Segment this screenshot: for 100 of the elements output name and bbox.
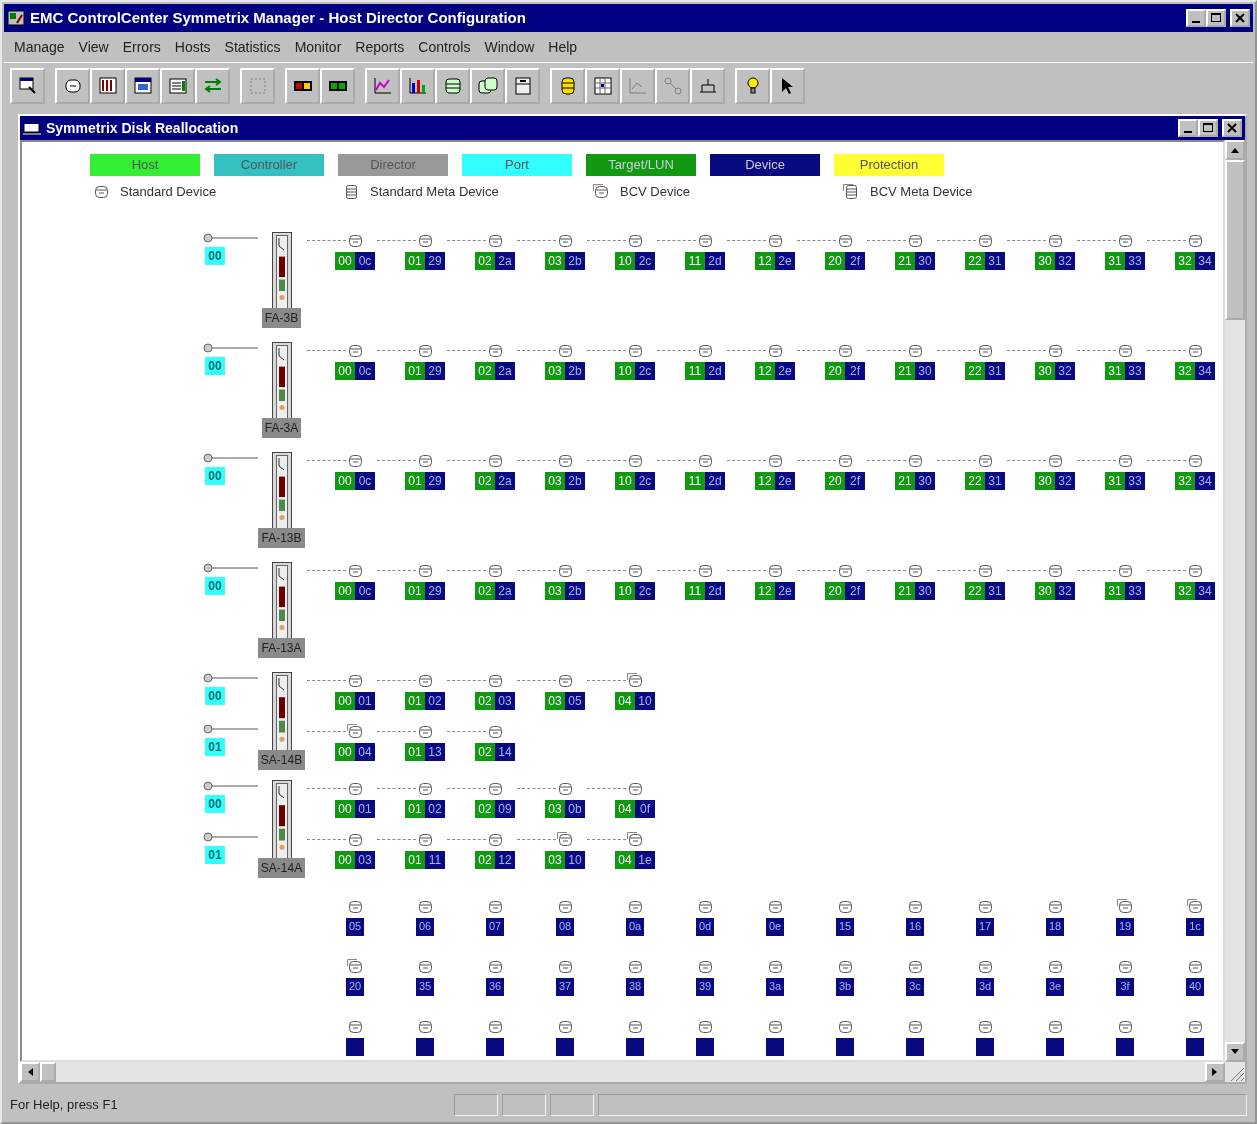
target-label[interactable]: 22 (965, 251, 985, 270)
target-label[interactable]: 01 (405, 361, 425, 380)
device-label[interactable]: 12 (495, 850, 515, 869)
device-label[interactable]: 10 (565, 850, 585, 869)
device-label[interactable]: 2c (635, 361, 655, 380)
device-label[interactable]: 38 (626, 977, 644, 996)
device-label[interactable]: 2b (565, 581, 585, 600)
target-label[interactable]: 21 (895, 471, 915, 490)
device-label[interactable]: 40 (1186, 977, 1204, 996)
menu-item[interactable]: View (72, 34, 115, 60)
maximize-button[interactable] (1206, 9, 1226, 27)
device-label[interactable]: 36 (486, 977, 504, 996)
target-label[interactable]: 03 (545, 850, 565, 869)
toolbar-button[interactable] (550, 67, 585, 104)
menu-item[interactable]: Statistics (218, 34, 287, 60)
device-label[interactable]: 01 (355, 799, 375, 818)
device-label[interactable]: 0a (626, 917, 644, 936)
target-label[interactable]: 21 (895, 581, 915, 600)
target-label[interactable]: 32 (1175, 581, 1195, 600)
target-label[interactable]: 04 (615, 691, 635, 710)
device-label[interactable]: 0c (355, 471, 375, 490)
device-label[interactable]: 29 (425, 361, 445, 380)
target-label[interactable]: 03 (545, 361, 565, 380)
device-label[interactable]: 31 (985, 251, 1005, 270)
device-label[interactable]: 33 (1125, 361, 1145, 380)
device-label[interactable]: 0c (355, 581, 375, 600)
device-label[interactable]: 3a (766, 977, 784, 996)
toolbar-button[interactable] (55, 67, 90, 104)
target-label[interactable]: 31 (1105, 361, 1125, 380)
device-label[interactable]: 32 (1055, 251, 1075, 270)
toolbar-button[interactable] (770, 67, 805, 104)
target-label[interactable]: 12 (755, 471, 775, 490)
device-label[interactable] (1046, 1037, 1064, 1056)
target-label[interactable]: 03 (545, 251, 565, 270)
device-label[interactable]: 10 (635, 691, 655, 710)
device-label[interactable] (766, 1037, 784, 1056)
toolbar-button[interactable] (10, 67, 45, 104)
device-label[interactable]: 2c (635, 251, 655, 270)
target-label[interactable]: 01 (405, 742, 425, 761)
device-label[interactable] (836, 1037, 854, 1056)
menu-item[interactable]: Errors (116, 34, 167, 60)
device-label[interactable]: 1e (635, 850, 655, 869)
device-label[interactable]: 33 (1125, 471, 1145, 490)
toolbar-button[interactable] (90, 67, 125, 104)
target-label[interactable]: 11 (685, 361, 705, 380)
target-label[interactable]: 22 (965, 471, 985, 490)
target-label[interactable]: 00 (335, 691, 355, 710)
device-label[interactable]: 3f (1116, 977, 1134, 996)
target-label[interactable]: 02 (475, 361, 495, 380)
device-label[interactable]: 34 (1195, 361, 1215, 380)
device-label[interactable] (346, 1037, 364, 1056)
device-label[interactable]: 35 (416, 977, 434, 996)
target-label[interactable]: 22 (965, 361, 985, 380)
target-label[interactable]: 12 (755, 361, 775, 380)
device-label[interactable]: 2f (845, 581, 865, 600)
device-label[interactable] (556, 1037, 574, 1056)
device-label[interactable] (696, 1037, 714, 1056)
device-label[interactable]: 2e (775, 361, 795, 380)
scroll-thumb[interactable] (40, 1062, 56, 1082)
device-label[interactable]: 01 (355, 691, 375, 710)
director-label[interactable]: FA-3B (261, 307, 302, 328)
device-label[interactable]: 15 (836, 917, 854, 936)
device-label[interactable]: 05 (565, 691, 585, 710)
device-label[interactable]: 04 (355, 742, 375, 761)
scroll-up-button[interactable] (1225, 140, 1245, 160)
target-label[interactable]: 12 (755, 581, 775, 600)
device-label[interactable]: 03 (495, 691, 515, 710)
target-label[interactable]: 00 (335, 799, 355, 818)
target-label[interactable]: 22 (965, 581, 985, 600)
target-label[interactable]: 03 (545, 799, 565, 818)
target-label[interactable]: 31 (1105, 471, 1125, 490)
device-label[interactable] (1186, 1037, 1204, 1056)
device-label[interactable]: 2d (705, 361, 725, 380)
target-label[interactable]: 00 (335, 742, 355, 761)
close-button[interactable] (1230, 9, 1250, 27)
device-label[interactable]: 30 (915, 581, 935, 600)
target-label[interactable]: 00 (335, 581, 355, 600)
maximize-button[interactable] (1198, 119, 1218, 137)
device-label[interactable]: 0c (355, 251, 375, 270)
device-label[interactable]: 34 (1195, 251, 1215, 270)
device-label[interactable] (416, 1037, 434, 1056)
menu-item[interactable]: Manage (8, 34, 71, 60)
device-label[interactable]: 06 (416, 917, 434, 936)
target-label[interactable]: 01 (405, 850, 425, 869)
device-label[interactable]: 3e (1046, 977, 1064, 996)
toolbar-button[interactable] (285, 67, 320, 104)
device-label[interactable]: 2e (775, 471, 795, 490)
target-label[interactable]: 30 (1035, 581, 1055, 600)
target-label[interactable]: 10 (615, 471, 635, 490)
device-label[interactable] (906, 1037, 924, 1056)
target-label[interactable]: 04 (615, 850, 635, 869)
scroll-down-button[interactable] (1225, 1042, 1245, 1062)
device-label[interactable]: 3b (836, 977, 854, 996)
device-label[interactable]: 2e (775, 581, 795, 600)
device-label[interactable]: 2a (495, 581, 515, 600)
device-label[interactable]: 29 (425, 471, 445, 490)
target-label[interactable]: 12 (755, 251, 775, 270)
device-label[interactable]: 34 (1195, 581, 1215, 600)
device-label[interactable]: 34 (1195, 471, 1215, 490)
device-label[interactable]: 11 (425, 850, 445, 869)
